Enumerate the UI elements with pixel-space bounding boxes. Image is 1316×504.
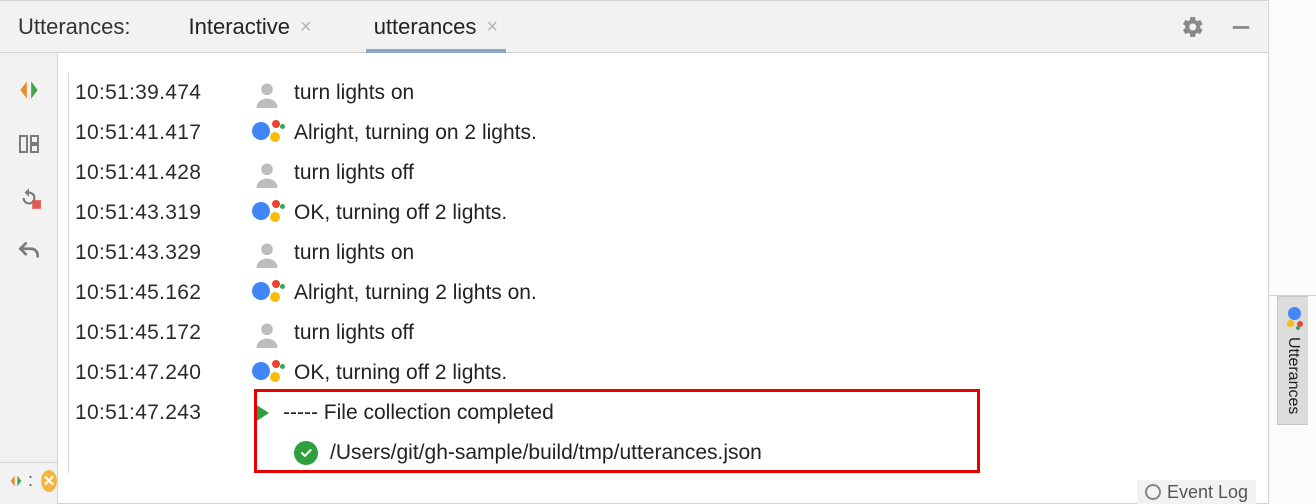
assistant-icon	[252, 358, 282, 388]
log-panel[interactable]: 10:51:39.474 turn lights on 10:51:41.417…	[58, 53, 1268, 504]
log-row: 10:51:41.428 turn lights off	[75, 153, 1258, 193]
log-row: 10:51:41.417 Alright, turning on 2 light…	[75, 113, 1258, 153]
assistant-icon	[1282, 307, 1304, 329]
log-message: Alright, turning 2 lights on.	[294, 281, 537, 305]
user-icon	[252, 158, 282, 188]
user-icon	[252, 238, 282, 268]
log-message: turn lights on	[294, 81, 414, 105]
timestamp: 10:51:39.474	[75, 81, 240, 105]
timestamp: 10:51:47.243	[75, 401, 240, 425]
utterances-tab-bar: Utterances: Interactive × utterances ×	[0, 1, 1268, 53]
log-row: 10:51:47.240 OK, turning off 2 lights.	[75, 353, 1258, 393]
timestamp: 10:51:43.329	[75, 241, 240, 265]
play-icon	[255, 404, 269, 422]
timestamp: 10:51:41.428	[75, 161, 240, 185]
tab-interactive[interactable]: Interactive ×	[181, 1, 320, 52]
close-icon[interactable]: ×	[486, 17, 498, 37]
timestamp: 10:51:41.417	[75, 121, 240, 145]
close-icon[interactable]: ×	[300, 17, 312, 37]
tool-gutter: : ✕	[0, 53, 58, 504]
dock-tab-label: Utterances	[1284, 337, 1302, 414]
timestamp: 10:51:47.240	[75, 361, 240, 385]
gear-icon[interactable]	[1180, 14, 1206, 40]
play-mini-icon[interactable]	[8, 473, 24, 489]
assistant-icon	[252, 118, 282, 148]
log-message: ----- File collection completed	[283, 401, 554, 425]
panel-title: Utterances:	[14, 14, 135, 40]
user-icon	[252, 78, 282, 108]
layout-icon[interactable]	[14, 129, 44, 159]
log-file-row: /Users/git/gh-sample/build/tmp/utterance…	[75, 433, 1258, 473]
log-row: 10:51:45.172 turn lights off	[75, 313, 1258, 353]
flip-arrows-icon[interactable]	[14, 75, 44, 105]
cancel-circle-icon[interactable]: ✕	[41, 470, 57, 492]
tab-label: Interactive	[189, 14, 291, 40]
right-dock: Utterances	[1268, 0, 1316, 504]
log-row: 10:51:39.474 turn lights on	[75, 73, 1258, 113]
undo-icon[interactable]	[14, 237, 44, 267]
event-log-icon[interactable]	[1145, 484, 1161, 500]
event-log-label[interactable]: Event Log	[1167, 482, 1248, 503]
log-row: 10:51:45.162 Alright, turning 2 lights o…	[75, 273, 1258, 313]
log-row: 10:51:43.329 turn lights on	[75, 233, 1258, 273]
timestamp: 10:51:45.162	[75, 281, 240, 305]
check-circle-icon	[294, 441, 318, 465]
log-message: OK, turning off 2 lights.	[294, 361, 507, 385]
log-message: turn lights off	[294, 161, 414, 185]
timestamp: 10:51:45.172	[75, 321, 240, 345]
log-message: OK, turning off 2 lights.	[294, 201, 507, 225]
log-message: Alright, turning on 2 lights.	[294, 121, 537, 145]
timestamp: 10:51:43.319	[75, 201, 240, 225]
refresh-icon[interactable]	[14, 183, 44, 213]
colon-label: :	[28, 470, 33, 491]
tab-utterances[interactable]: utterances ×	[366, 1, 506, 52]
log-row: 10:51:43.319 OK, turning off 2 lights.	[75, 193, 1258, 233]
status-bar: Event Log	[1137, 480, 1256, 504]
dock-tab-utterances[interactable]: Utterances	[1277, 296, 1308, 425]
log-message: turn lights off	[294, 321, 414, 345]
assistant-icon	[252, 278, 282, 308]
user-icon	[252, 318, 282, 348]
assistant-icon	[252, 198, 282, 228]
tab-label: utterances	[374, 14, 477, 40]
log-file-path: /Users/git/gh-sample/build/tmp/utterance…	[330, 441, 762, 465]
minimize-icon[interactable]	[1228, 14, 1254, 40]
log-message: turn lights on	[294, 241, 414, 265]
log-separator-row: 10:51:47.243 ----- File collection compl…	[75, 393, 1258, 433]
